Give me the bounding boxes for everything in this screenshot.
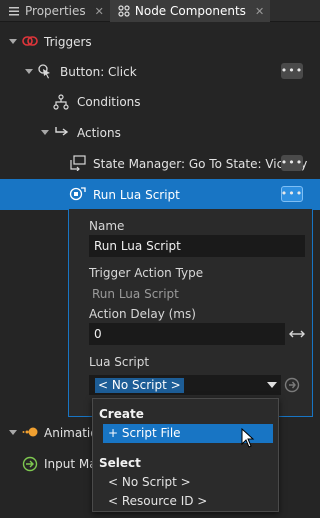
action-delay-input[interactable]: 0 xyxy=(89,323,285,345)
state-manager-icon xyxy=(70,155,86,171)
lua-script-dropdown-value: < No Script > xyxy=(95,378,184,393)
tree-row-actions[interactable]: Actions xyxy=(0,117,320,148)
lua-script-dropdown[interactable]: < No Script > xyxy=(89,375,281,395)
tab-node-components[interactable]: Node Components ✕ xyxy=(109,0,271,22)
conditions-icon xyxy=(53,94,69,110)
tab-bar: Properties ✕ Node Components ✕ xyxy=(0,0,320,22)
drag-arrows-icon[interactable] xyxy=(289,329,305,339)
action-delay-label: Action Delay (ms) xyxy=(89,307,196,321)
create-header: Create xyxy=(99,407,144,421)
tab-properties[interactable]: Properties ✕ xyxy=(0,0,110,22)
tab-node-components-label: Node Components xyxy=(134,4,246,18)
input-icon xyxy=(22,456,38,472)
trigger-icon xyxy=(22,36,38,46)
tree-row-run-lua-script[interactable]: Run Lua Script ••• xyxy=(0,179,320,210)
actions-icon xyxy=(55,127,69,136)
mouse-cursor-icon xyxy=(241,428,255,448)
lua-script-icon xyxy=(69,187,86,201)
animation-label: Animatio xyxy=(44,425,98,440)
resource-id-option[interactable]: < Resource ID > xyxy=(103,492,273,511)
animation-icon xyxy=(22,427,38,437)
action-details-panel: Name Run Lua Script Trigger Action Type … xyxy=(68,209,313,417)
button-click-label: Button: Click xyxy=(60,64,137,79)
click-icon xyxy=(38,64,50,79)
dropdown-arrow-icon[interactable] xyxy=(267,382,277,388)
close-icon[interactable]: ✕ xyxy=(95,5,104,18)
tree-row-button-click[interactable]: Button: Click ••• xyxy=(0,56,320,87)
list-icon xyxy=(9,7,19,16)
tab-properties-label: Properties xyxy=(25,4,86,18)
chevron-down-icon[interactable] xyxy=(9,430,17,435)
tree-row-conditions[interactable]: Conditions xyxy=(0,86,320,117)
state-manager-more-button[interactable]: ••• xyxy=(281,155,303,171)
chevron-down-icon[interactable] xyxy=(41,130,49,135)
state-manager-label: State Manager: Go To State: Victory xyxy=(93,156,308,171)
no-script-option[interactable]: < No Script > xyxy=(103,473,273,492)
close-icon[interactable]: ✕ xyxy=(255,5,264,18)
actions-label: Actions xyxy=(77,125,121,140)
input-label: Input Ma xyxy=(44,456,97,471)
select-header: Select xyxy=(99,456,141,470)
name-input[interactable]: Run Lua Script xyxy=(89,235,305,257)
trigger-action-type-label: Trigger Action Type xyxy=(89,266,204,280)
run-lua-more-button[interactable]: ••• xyxy=(281,186,303,202)
navigate-arrow-icon[interactable] xyxy=(284,377,300,393)
tree-row-state-manager[interactable]: State Manager: Go To State: Victory ••• xyxy=(0,148,320,179)
tree-row-triggers[interactable]: Triggers xyxy=(0,26,320,57)
triggers-label: Triggers xyxy=(44,34,92,49)
lua-script-dropdown-popup: Create + Script File Select < No Script … xyxy=(92,398,279,512)
chevron-down-icon[interactable] xyxy=(25,69,33,74)
nodes-icon xyxy=(118,5,130,17)
run-lua-script-label: Run Lua Script xyxy=(93,187,180,202)
conditions-label: Conditions xyxy=(77,94,141,109)
button-click-more-button[interactable]: ••• xyxy=(281,63,303,79)
trigger-action-type-value: Run Lua Script xyxy=(92,287,179,301)
chevron-down-icon[interactable] xyxy=(9,39,17,44)
name-label: Name xyxy=(89,219,125,233)
lua-script-label: Lua Script xyxy=(89,355,150,369)
